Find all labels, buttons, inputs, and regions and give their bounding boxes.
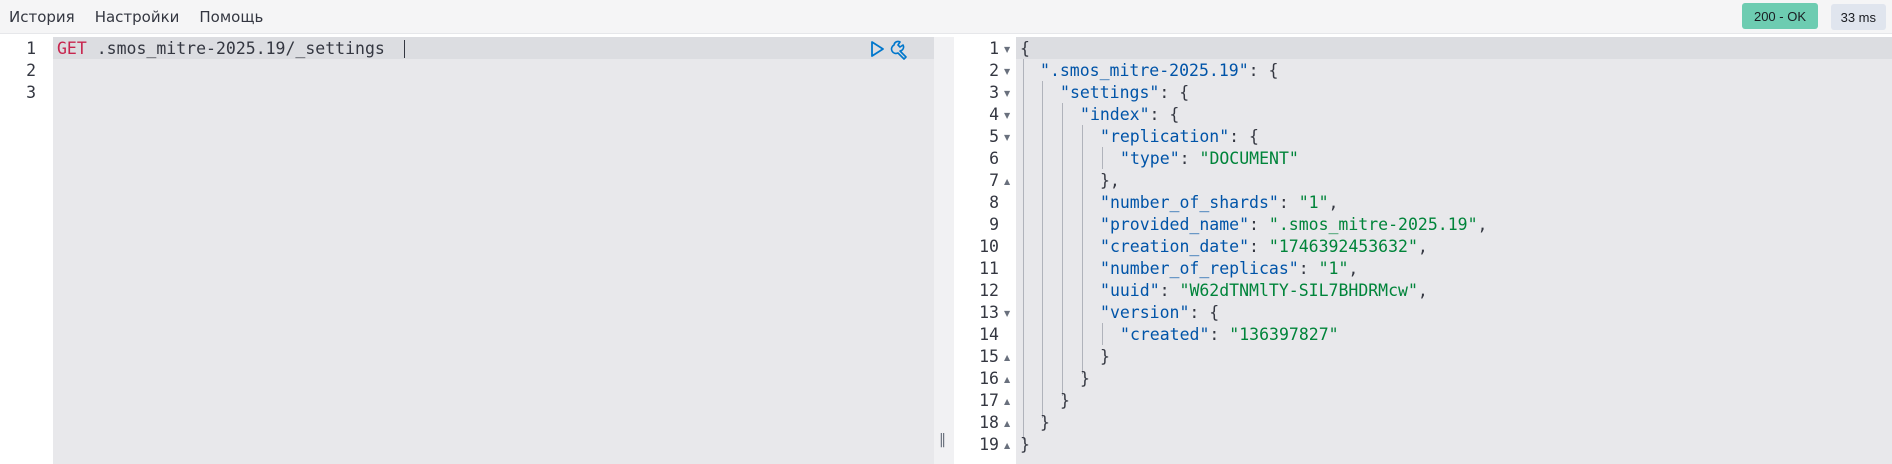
pane-divider[interactable]	[934, 37, 954, 464]
fold-arrow-icon[interactable]: ▲	[1004, 375, 1010, 384]
json-line: "version": {	[1100, 303, 1220, 322]
indent-guide	[1102, 147, 1103, 169]
fold-arrow-icon[interactable]: ▲	[1004, 353, 1010, 362]
request-editor[interactable]	[53, 37, 934, 464]
json-line: ".smos_mitre-2025.19": {	[1040, 61, 1279, 80]
response-line-number: 3	[989, 83, 999, 102]
top-bar: История Настройки Помощь 200 - OK 33 ms	[0, 0, 1892, 34]
indent-guide	[1042, 81, 1043, 418]
response-line-number: 11	[979, 259, 999, 278]
response-line-number: 17	[979, 391, 999, 410]
json-line: "settings": {	[1060, 83, 1190, 102]
response-line-number: 6	[989, 149, 999, 168]
text-cursor	[404, 40, 405, 58]
json-line: }	[1080, 369, 1090, 388]
json-key: settings	[1069, 83, 1150, 102]
json-line: "type": "DOCUMENT"	[1120, 149, 1299, 168]
json-value: W62dTNMlTY-SIL7BHDRMcw	[1189, 281, 1408, 300]
json-line: "uuid": "W62dTNMlTY-SIL7BHDRMcw",	[1100, 281, 1428, 300]
fold-arrow-icon[interactable]: ▼	[1004, 111, 1010, 120]
menu-history[interactable]: История	[9, 8, 75, 26]
request-line[interactable]: GET .smos_mitre-2025.19/_settings	[57, 39, 385, 58]
response-line-number: 15	[979, 347, 999, 366]
json-value: DOCUMENT	[1209, 149, 1289, 168]
response-line-number: 18	[979, 413, 999, 432]
status-badge: 200 - OK	[1741, 3, 1818, 29]
json-line: }	[1100, 347, 1110, 366]
json-line: "replication": {	[1100, 127, 1259, 146]
json-line: {	[1020, 39, 1030, 58]
json-value: 136397827	[1239, 325, 1329, 344]
response-line-number: 19	[979, 435, 999, 454]
response-line-number: 4	[989, 105, 999, 124]
json-key: version	[1109, 303, 1180, 322]
request-line-number: 3	[26, 83, 36, 102]
fold-arrow-icon[interactable]: ▼	[1004, 133, 1010, 142]
response-line-number: 8	[989, 193, 999, 212]
fold-arrow-icon[interactable]: ▼	[1004, 89, 1010, 98]
json-key: number_of_replicas	[1109, 259, 1289, 278]
fold-arrow-icon[interactable]: ▼	[1004, 67, 1010, 76]
fold-arrow-icon[interactable]: ▲	[1004, 177, 1010, 186]
json-key: uuid	[1109, 281, 1150, 300]
response-line-number: 9	[989, 215, 999, 234]
json-key: creation_date	[1109, 237, 1240, 256]
response-line-number: 5	[989, 127, 999, 146]
json-value: 1	[1308, 193, 1319, 212]
request-method: GET	[57, 39, 87, 58]
menu-help[interactable]: Помощь	[199, 8, 263, 26]
json-line: }	[1040, 413, 1050, 432]
json-value: .smos_mitre-2025.19	[1278, 215, 1468, 234]
request-path: .smos_mitre-2025.19/_settings	[96, 39, 385, 58]
response-line-number: 2	[989, 61, 999, 80]
resize-handle-icon[interactable]: ‖	[939, 432, 946, 448]
json-key: number_of_shards	[1109, 193, 1269, 212]
json-line: "created": "136397827"	[1120, 325, 1339, 344]
request-line-number: 1	[26, 39, 36, 58]
fold-arrow-icon[interactable]: ▼	[1004, 45, 1010, 54]
fold-arrow-icon[interactable]: ▲	[1004, 419, 1010, 428]
json-line: "provided_name": ".smos_mitre-2025.19",	[1100, 215, 1488, 234]
json-line: "creation_date": "1746392453632",	[1100, 237, 1428, 256]
fold-arrow-icon[interactable]: ▼	[1004, 309, 1010, 318]
response-line-number: 10	[979, 237, 999, 256]
indent-guide	[1102, 323, 1103, 345]
json-key: replication	[1109, 127, 1220, 146]
indent-guide	[1062, 103, 1063, 396]
indent-guide	[1082, 125, 1083, 374]
wrench-icon[interactable]	[890, 38, 912, 60]
response-line-number: 1	[989, 39, 999, 58]
json-key: created	[1129, 325, 1200, 344]
menu-settings[interactable]: Настройки	[95, 8, 180, 26]
json-line: }	[1060, 391, 1070, 410]
response-time-badge: 33 ms	[1830, 4, 1886, 30]
request-line-number: 2	[26, 61, 36, 80]
json-key: .smos_mitre-2025.19	[1049, 61, 1239, 80]
json-key: provided_name	[1109, 215, 1240, 234]
json-line: "index": {	[1080, 105, 1180, 124]
play-icon[interactable]	[866, 38, 888, 60]
response-active-line	[1016, 37, 1892, 59]
json-line: }	[1020, 435, 1030, 454]
json-line: "number_of_replicas": "1",	[1100, 259, 1359, 278]
response-line-number: 13	[979, 303, 999, 322]
json-value: 1	[1328, 259, 1339, 278]
indent-guide	[1023, 59, 1024, 440]
response-line-number: 7	[989, 171, 999, 190]
response-line-number: 12	[979, 281, 999, 300]
fold-arrow-icon[interactable]: ▲	[1004, 441, 1010, 450]
json-value: 1746392453632	[1278, 237, 1408, 256]
json-line: },	[1100, 171, 1120, 190]
response-line-number: 16	[979, 369, 999, 388]
fold-arrow-icon[interactable]: ▲	[1004, 397, 1010, 406]
json-key: index	[1089, 105, 1140, 124]
menu-bar: История Настройки Помощь	[9, 0, 263, 33]
json-line: "number_of_shards": "1",	[1100, 193, 1339, 212]
json-key: type	[1129, 149, 1170, 168]
response-line-number: 14	[979, 325, 999, 344]
